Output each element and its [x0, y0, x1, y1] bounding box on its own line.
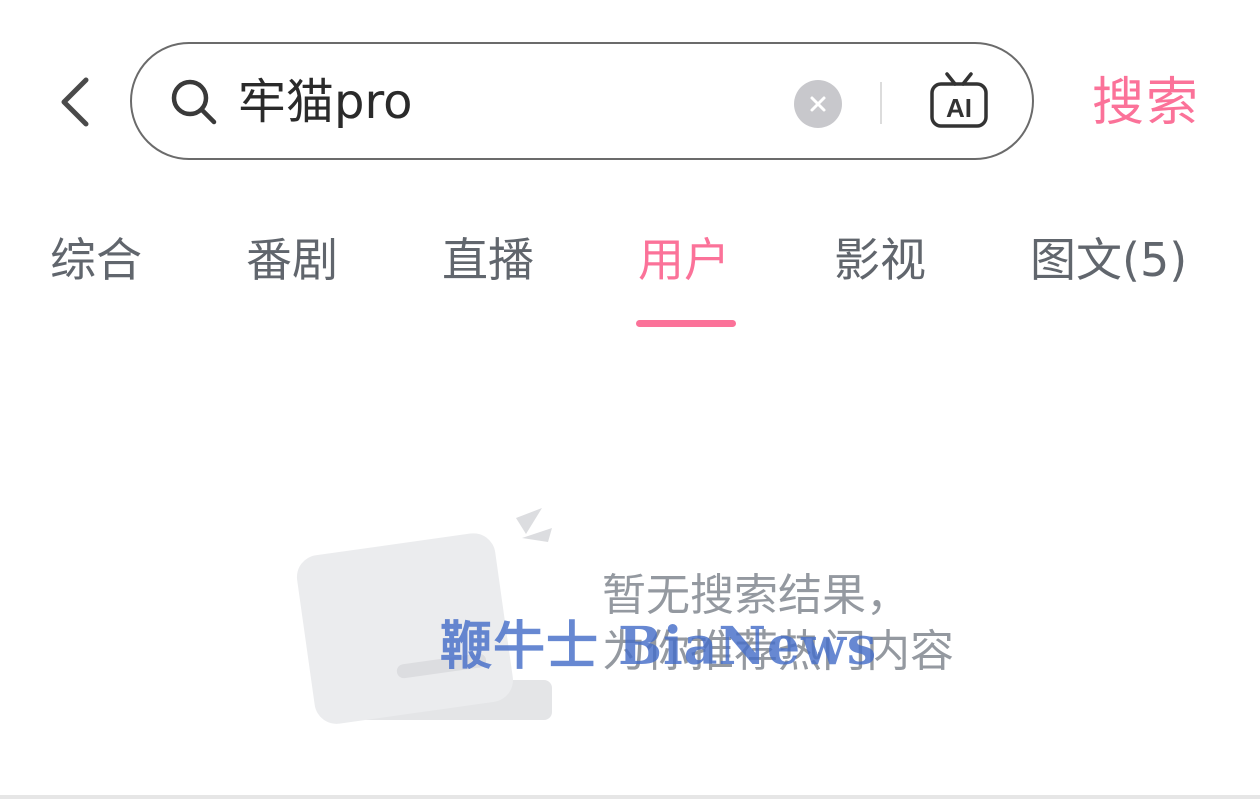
back-button[interactable]	[46, 70, 106, 134]
clear-button[interactable]	[794, 80, 842, 128]
tab-film-tv[interactable]: 影视	[834, 222, 926, 298]
bottom-divider	[0, 795, 1260, 799]
watermark: 鞭牛士 BiaNews	[440, 616, 878, 677]
tab-all[interactable]: 综合	[50, 222, 142, 298]
chevron-left-icon	[61, 77, 89, 127]
search-divider	[880, 82, 882, 124]
tab-bangumi[interactable]: 番剧	[246, 222, 338, 298]
ai-tv-icon: AI	[930, 72, 988, 128]
ai-button[interactable]: AI	[927, 70, 991, 132]
clear-icon	[810, 96, 826, 112]
search-input[interactable]	[238, 66, 778, 138]
tab-live[interactable]: 直播	[442, 222, 534, 298]
search-box[interactable]: AI	[130, 42, 1034, 160]
tab-bar: 综合 番剧 直播 用户 影视 图文(5)	[0, 222, 1260, 332]
search-button[interactable]: 搜索	[1092, 68, 1200, 138]
ai-label: AI	[946, 93, 972, 123]
search-icon	[171, 79, 217, 125]
tab-articles[interactable]: 图文(5)	[1030, 222, 1187, 298]
tab-users[interactable]: 用户	[638, 222, 730, 298]
active-tab-indicator	[636, 320, 736, 327]
